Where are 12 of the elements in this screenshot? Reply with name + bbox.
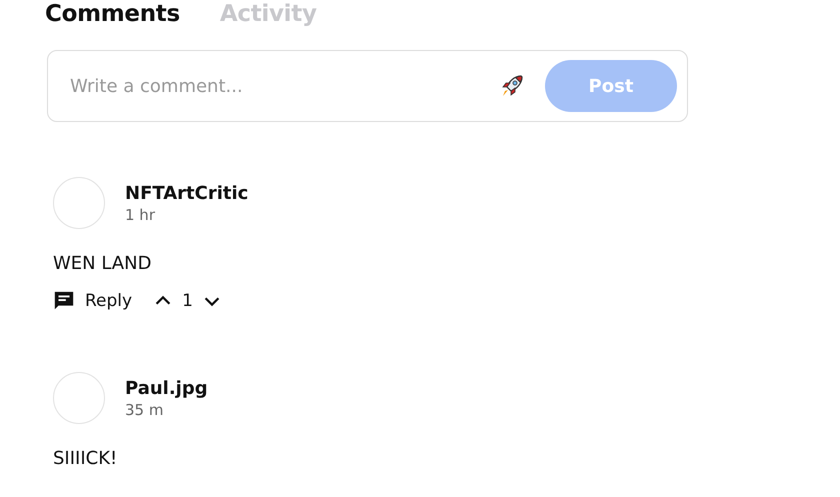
comment-time: 35 m (125, 400, 164, 418)
comment-time: 1 hr (125, 206, 156, 224)
reply-button[interactable]: Reply (85, 291, 132, 311)
vote-count: 1 (182, 291, 193, 311)
author-name[interactable]: Paul.jpg (125, 378, 208, 398)
comment-icon[interactable] (53, 290, 75, 312)
tab[interactable]: Comments (45, 0, 180, 28)
avatar (53, 372, 105, 424)
avatar (53, 177, 105, 229)
comment-text: WEN LAND (53, 253, 152, 274)
comment-text: SIIIICK! (53, 448, 118, 469)
author-name[interactable]: NFTArtCritic (125, 182, 248, 204)
